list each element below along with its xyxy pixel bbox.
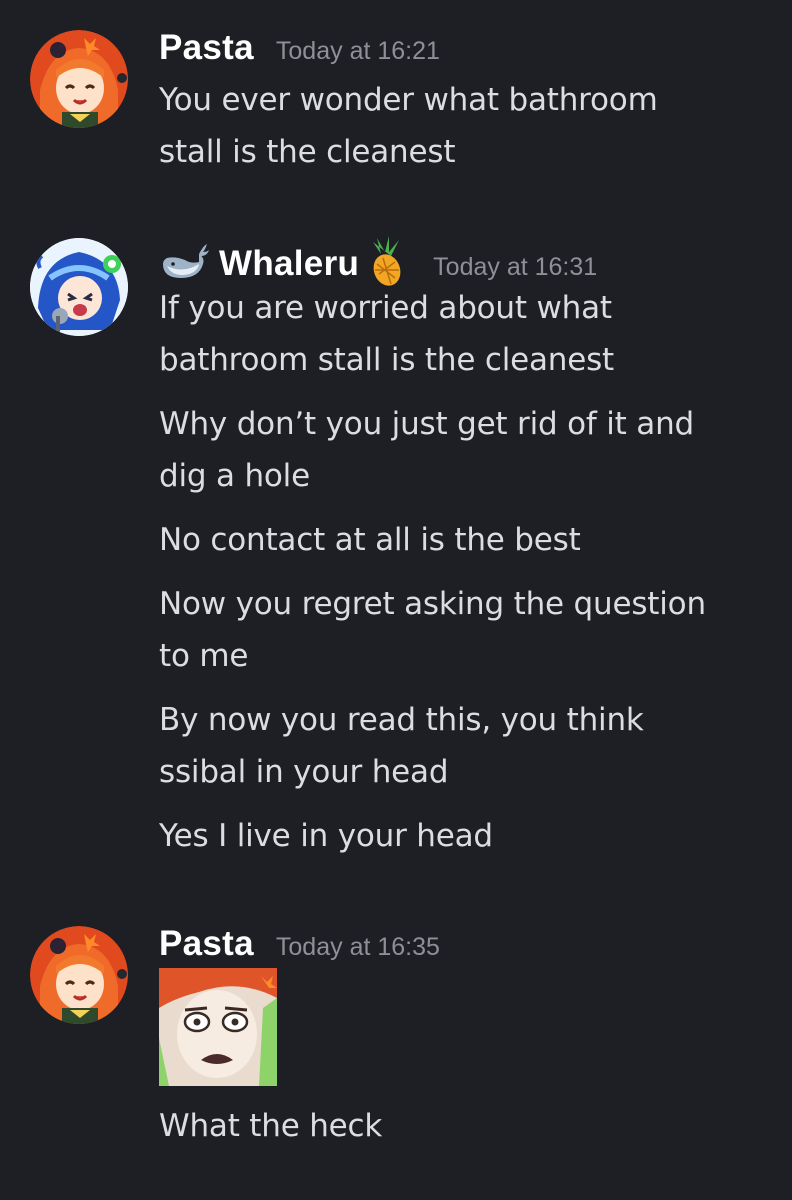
message-line: to me: [159, 638, 249, 674]
whale-icon: [159, 240, 209, 288]
message-line: If you are worried about what: [159, 290, 612, 326]
author-name[interactable]: Whaleru: [219, 244, 359, 284]
message-line: stall is the cleanest: [159, 134, 456, 170]
pasta-avatar-icon[interactable]: [30, 30, 128, 128]
message-line: What the heck: [159, 1108, 383, 1144]
message-line: You ever wonder what bathroom: [159, 82, 658, 118]
message-line: No contact at all is the best: [159, 522, 581, 558]
shocked-face-sticker-icon[interactable]: [159, 968, 277, 1086]
message-line: ssibal in your head: [159, 754, 449, 790]
message-line: bathroom stall is the cleanest: [159, 342, 615, 378]
timestamp[interactable]: Today at 16:35: [276, 933, 440, 962]
whaleru-avatar-icon[interactable]: [30, 238, 128, 336]
message-header: Pasta Today at 16:35: [159, 924, 440, 964]
message-line: Now you regret asking the question: [159, 586, 706, 622]
message-line: By now you read this, you think: [159, 702, 644, 738]
timestamp[interactable]: Today at 16:31: [433, 253, 597, 282]
message-line: Why don’t you just get rid of it and: [159, 406, 695, 442]
author-name[interactable]: Pasta: [159, 924, 254, 964]
message-line: Yes I live in your head: [159, 818, 493, 854]
timestamp[interactable]: Today at 16:21: [276, 37, 440, 66]
author-name[interactable]: Pasta: [159, 28, 254, 68]
message-header: Pasta Today at 16:21: [159, 28, 440, 68]
pasta-avatar-icon[interactable]: [30, 926, 128, 1024]
message-line: dig a hole: [159, 458, 310, 494]
